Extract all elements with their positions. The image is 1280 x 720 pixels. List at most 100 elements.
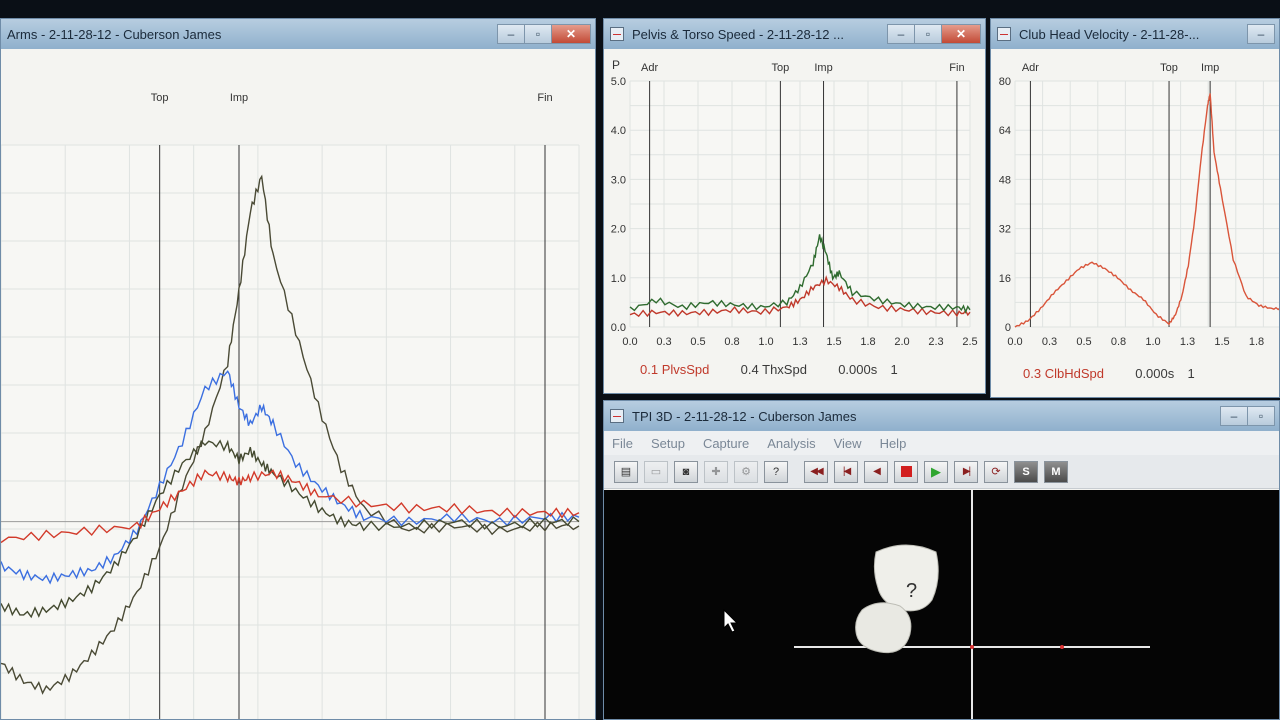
y-tick-label: 1.0: [611, 273, 626, 285]
club-speed-label: ClbHdSpd: [1044, 366, 1104, 381]
s-mode-button[interactable]: S: [1014, 460, 1038, 483]
arms-titlebar[interactable]: Arms - 2-11-28-12 - Cuberson James – ▫ ✕: [1, 19, 595, 49]
minimize-button[interactable]: –: [887, 24, 915, 44]
x-tick-label: 2.3: [928, 336, 943, 348]
maximize-button[interactable]: ▫: [914, 24, 942, 44]
figure-glyph: ?: [906, 580, 917, 602]
toolbar: ▤ ▭ ◙ ✚ ⚙ ? ◀◀ |◀ ◀ ▶ ▶| ⟳ S M: [604, 455, 1279, 489]
axis-marker: [1060, 645, 1064, 649]
rewind-icon: ◀◀: [810, 466, 823, 477]
arms-window-title: Arms - 2-11-28-12 - Cuberson James: [7, 26, 222, 42]
x-tick-label: 1.3: [792, 336, 807, 348]
event-label-adr: Adr: [641, 62, 658, 74]
event-label-top: Top: [1160, 62, 1178, 74]
club-window-title: Club Head Velocity - 2-11-28-...: [1019, 26, 1200, 42]
plus-icon: ✚: [711, 466, 721, 478]
first-frame-icon: |◀: [842, 466, 851, 477]
pelvis-torso-window: Pelvis & Torso Speed - 2-11-28-12 ... – …: [603, 18, 986, 394]
y-tick-label: 32: [999, 224, 1011, 236]
minimize-button[interactable]: –: [497, 24, 525, 44]
last-frame-icon: ▶|: [962, 466, 971, 477]
club-head-velocity-window: Club Head Velocity - 2-11-28-... – Adr To…: [990, 18, 1280, 398]
maximize-button[interactable]: ▫: [1247, 406, 1275, 426]
x-tick-label: 1.8: [1249, 336, 1264, 348]
club-titlebar[interactable]: Club Head Velocity - 2-11-28-... –: [991, 19, 1279, 49]
pelvis-window-title: Pelvis & Torso Speed - 2-11-28-12 ...: [632, 26, 844, 42]
menu-analysis[interactable]: Analysis: [767, 436, 815, 451]
arms-chart: Top Imp Fin: [1, 92, 580, 719]
pelvis-titlebar[interactable]: Pelvis & Torso Speed - 2-11-28-12 ... – …: [604, 19, 985, 49]
tpi-window-title: TPI 3D - 2-11-28-12 - Cuberson James: [632, 408, 857, 424]
x-tick-label: 0.0: [1007, 336, 1022, 348]
time-readout: 0.000s: [1135, 366, 1175, 381]
3d-viewport[interactable]: ?: [604, 490, 1279, 719]
axis-marker: [970, 645, 974, 649]
minimize-button[interactable]: –: [1220, 406, 1248, 426]
y-tick-label: 80: [999, 76, 1011, 88]
y-tick-label: 0.0: [611, 322, 626, 334]
menu-setup[interactable]: Setup: [651, 436, 685, 451]
loop-button[interactable]: ⟳: [984, 460, 1008, 483]
mouse-cursor-icon: [723, 608, 739, 633]
m-mode-icon: M: [1051, 465, 1061, 478]
event-label-imp: Imp: [814, 62, 832, 74]
club-speed-value: 0.3: [1023, 366, 1042, 381]
figure-pelvis: [855, 602, 912, 654]
pelvis-speed-label: PlvsSpd: [661, 362, 710, 377]
play-button[interactable]: ▶: [924, 460, 948, 483]
x-tick-label: 1.8: [860, 336, 875, 348]
minimize-button[interactable]: –: [1247, 24, 1275, 44]
save-button[interactable]: ▭: [644, 460, 668, 483]
close-button[interactable]: ✕: [551, 24, 591, 44]
frame-readout: 1: [1187, 366, 1195, 381]
3d-scene: ?: [723, 490, 1150, 719]
menu-help[interactable]: Help: [880, 436, 907, 451]
x-tick-label: 0.5: [1076, 336, 1091, 348]
step-back-button[interactable]: ◀: [864, 460, 888, 483]
record-button[interactable]: [894, 460, 918, 483]
y-tick-label: 5.0: [611, 76, 626, 88]
y-tick-label: 48: [999, 174, 1011, 186]
step-back-icon: ◀: [873, 466, 881, 477]
x-tick-label: 2.0: [894, 336, 909, 348]
thorax-speed-label: ThxSpd: [762, 362, 807, 377]
open-button[interactable]: ▤: [614, 460, 638, 483]
last-frame-button[interactable]: ▶|: [954, 460, 978, 483]
arms-window: Arms - 2-11-28-12 - Cuberson James – ▫ ✕…: [0, 18, 596, 720]
x-tick-label: 0.3: [656, 336, 671, 348]
event-label-imp: Imp: [1201, 62, 1219, 74]
maximize-button[interactable]: ▫: [524, 24, 552, 44]
pelvis-torso-chart: Adr Top Imp Fin 0.0 1.0 2.0 3.0 4.0 5.0 0.0 0.3 0.5 0…: [611, 58, 978, 348]
y-tick-label: 64: [999, 125, 1011, 137]
settings-button[interactable]: ⚙: [734, 460, 758, 483]
chart-corner-label: P: [612, 58, 620, 72]
y-tick-label: 2.0: [611, 224, 626, 236]
camera-button[interactable]: ◙: [674, 460, 698, 483]
x-tick-label: 0.5: [690, 336, 705, 348]
first-frame-button[interactable]: |◀: [834, 460, 858, 483]
m-mode-button[interactable]: M: [1044, 460, 1068, 483]
event-label-top: Top: [772, 62, 790, 74]
x-tick-label: 0.0: [622, 336, 637, 348]
s-mode-icon: S: [1022, 465, 1030, 478]
event-label-fin: Fin: [537, 92, 552, 104]
chart-app-icon: [610, 27, 624, 41]
x-tick-label: 1.3: [1180, 336, 1195, 348]
pelvis-speed-value: 0.1: [640, 362, 659, 377]
menu-capture[interactable]: Capture: [703, 436, 749, 451]
close-button[interactable]: ✕: [941, 24, 981, 44]
menu-view[interactable]: View: [834, 436, 862, 451]
help-button[interactable]: ?: [764, 460, 788, 483]
x-tick-label: 0.8: [1111, 336, 1126, 348]
rewind-button[interactable]: ◀◀: [804, 460, 828, 483]
add-button[interactable]: ✚: [704, 460, 728, 483]
golfer-figure: ?: [855, 544, 939, 654]
chart-app-icon: [997, 27, 1011, 41]
thorax-speed-value: 0.4: [740, 362, 759, 377]
x-tick-label: 1.5: [826, 336, 841, 348]
folder-icon: ▤: [620, 466, 632, 478]
tpi-titlebar[interactable]: TPI 3D - 2-11-28-12 - Cuberson James – ▫: [604, 401, 1279, 431]
x-tick-label: 2.5: [962, 336, 977, 348]
event-label-top: Top: [151, 92, 169, 104]
menu-file[interactable]: File: [612, 436, 633, 451]
